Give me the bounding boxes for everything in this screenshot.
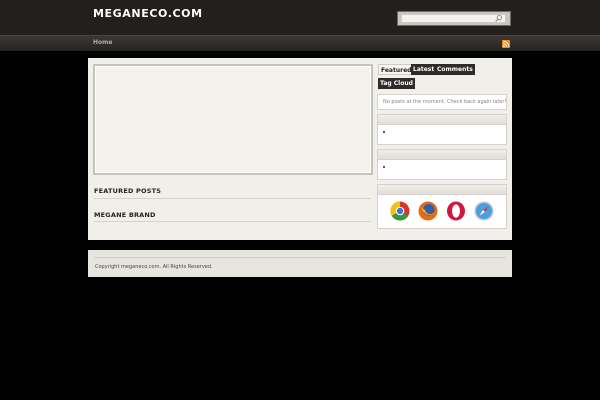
megane-brand-heading: MEGANE BRAND bbox=[94, 211, 156, 219]
list-bullet bbox=[383, 131, 385, 133]
tab-featured[interactable]: Featured bbox=[378, 64, 415, 75]
tab-comments[interactable]: Comments bbox=[435, 64, 475, 75]
list-bullet bbox=[383, 166, 385, 168]
chrome-icon[interactable] bbox=[390, 201, 410, 221]
opera-icon[interactable] bbox=[446, 201, 466, 221]
widget-title-bar bbox=[378, 115, 506, 125]
site-header: MEGANECO.COM bbox=[0, 0, 600, 35]
nav-bar: Home bbox=[0, 35, 600, 51]
search-icon[interactable] bbox=[494, 14, 503, 23]
nav-item-home[interactable]: Home bbox=[93, 39, 112, 46]
widget-title-bar bbox=[378, 185, 506, 195]
section-divider bbox=[94, 221, 371, 222]
site-footer: Copyright meganeco.com. All Rights Reser… bbox=[88, 250, 512, 277]
copyright-text: Copyright meganeco.com. All Rights Reser… bbox=[95, 264, 213, 270]
rss-icon[interactable] bbox=[502, 40, 510, 48]
featured-slider bbox=[93, 64, 373, 175]
section-divider bbox=[94, 198, 371, 199]
sidebar-widget bbox=[377, 114, 507, 145]
site-title[interactable]: MEGANECO.COM bbox=[93, 7, 203, 20]
no-posts-message: No posts at the moment. Check back again… bbox=[377, 94, 507, 110]
footer-divider bbox=[94, 257, 506, 258]
tab-latest[interactable]: Latest bbox=[411, 64, 437, 75]
safari-icon[interactable] bbox=[474, 201, 494, 221]
content-area: FEATURED POSTS MEGANE BRAND Featured Lat… bbox=[88, 58, 512, 240]
widget-title-bar bbox=[378, 150, 506, 160]
search-box bbox=[397, 11, 511, 26]
featured-posts-heading: FEATURED POSTS bbox=[94, 187, 162, 195]
tab-tag-cloud[interactable]: Tag Cloud bbox=[378, 78, 415, 89]
sidebar-widget bbox=[377, 149, 507, 180]
firefox-icon[interactable] bbox=[418, 201, 438, 221]
search-input[interactable] bbox=[401, 14, 506, 23]
